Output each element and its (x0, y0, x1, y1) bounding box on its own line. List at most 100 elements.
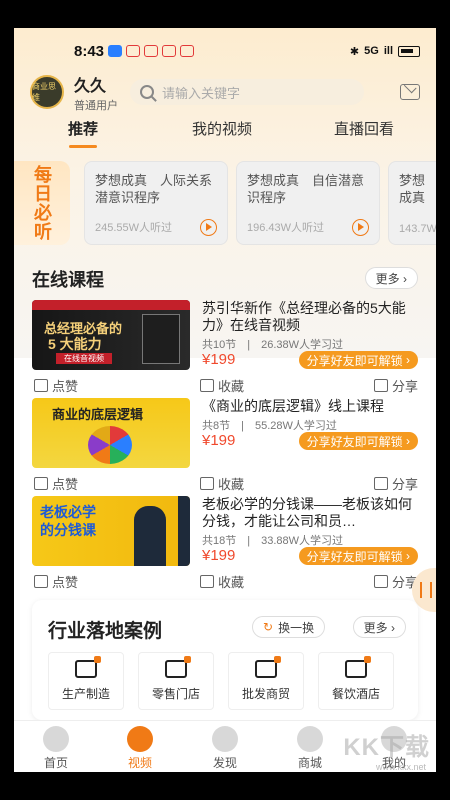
star-icon (200, 575, 214, 588)
course-price: ¥199 (202, 351, 236, 368)
course-thumbnail[interactable]: 老板必学 的分钱课 (32, 496, 190, 566)
nav-video[interactable]: 视频 (110, 726, 170, 771)
course-thumbnail[interactable]: 总经理必备的 5 大能力 在线音视频 (32, 300, 190, 370)
battery-icon (398, 45, 420, 57)
online-courses-more-button[interactable]: 更多 › (364, 267, 418, 289)
message-icon[interactable] (400, 84, 420, 100)
search-icon (140, 85, 154, 99)
watermark: KK下载 (343, 734, 430, 761)
like-button[interactable]: 点赞 (34, 376, 78, 395)
course-meta: 共8节 | 55.28W人学习过 (202, 420, 337, 432)
nav-label: 视频 (127, 756, 152, 770)
favorite-button[interactable]: 收藏 (200, 572, 244, 591)
nav-label: 商城 (297, 756, 322, 770)
audio-card-listeners: 196.43W人听过 (247, 222, 325, 234)
share-button[interactable]: 分享 (373, 474, 418, 493)
status-right: ✱ 5G ill (350, 45, 420, 58)
avatar[interactable]: 商业思维 (30, 75, 64, 109)
restaurant-icon (345, 656, 371, 678)
industry-item[interactable]: 零售门店 (138, 652, 214, 710)
nav-mall[interactable]: 商城 (280, 726, 340, 771)
like-label: 点赞 (52, 379, 79, 394)
book-cover (142, 314, 180, 364)
like-label: 点赞 (52, 575, 79, 590)
mall-icon (297, 726, 323, 752)
nav-home[interactable]: 首页 (26, 726, 86, 771)
play-icon[interactable] (200, 219, 217, 236)
user-name: 久久 (74, 77, 107, 95)
notification-icon (180, 45, 195, 57)
like-label: 点赞 (52, 477, 79, 492)
network-type: 5G (364, 45, 379, 57)
share-unlock-button[interactable]: 分享好友即可解锁 › (298, 547, 418, 565)
factory-icon (75, 656, 101, 678)
course-title: 老板必学的分钱课——老板该如何分钱，才能让公司和员… (202, 496, 412, 529)
daily-listen-badge[interactable]: 每日必听 (14, 161, 70, 245)
industry-item-label: 生产制造 (61, 687, 110, 701)
home-icon (43, 726, 69, 752)
store-icon (165, 656, 191, 678)
share-icon (373, 379, 388, 392)
favorite-label: 收藏 (218, 477, 245, 492)
swap-button[interactable]: ↻ 换一换 (252, 616, 326, 638)
course-meta: 共10节 | 26.38W人学习过 (202, 339, 344, 351)
audio-card-title: 梦想成真 人际关系潜意识程序 (95, 173, 213, 205)
audio-card[interactable]: 梦想成真 143.7W (388, 161, 436, 245)
discover-icon (212, 726, 238, 752)
thumb-line: 商业的底层逻辑 (52, 407, 144, 422)
course-item[interactable]: 商业的底层逻辑 《商业的底层逻辑》线上课程 共8节 | 55.28W人学习过 ¥… (32, 398, 420, 496)
course-thumbnail[interactable]: 商业的底层逻辑 (32, 398, 190, 468)
industry-more-button[interactable]: 更多 › (352, 616, 406, 638)
course-learned: 33.88W人学习过 (261, 535, 344, 547)
share-label: 分享 (391, 477, 418, 492)
favorite-button[interactable]: 收藏 (200, 474, 244, 493)
favorite-button[interactable]: 收藏 (200, 376, 244, 395)
nav-label: 发现 (212, 756, 237, 770)
share-icon (373, 575, 388, 588)
user-info[interactable]: 久久 普通用户 (74, 72, 118, 113)
daily-listen-carousel: 每日必听 梦想成真 人际关系潜意识程序 245.55W人听过 梦想成真 自信潜意… (14, 161, 436, 245)
share-unlock-label: 分享好友即可解锁 (306, 434, 403, 449)
industry-item[interactable]: 批发商贸 (228, 652, 304, 710)
app-screen: 8:43 ✱ 5G ill 商业思维 久久 普通用户 请输入关键字 推荐 我的视… (14, 28, 436, 772)
tab-recommend[interactable]: 推荐 (68, 118, 98, 148)
tab-live-replay[interactable]: 直播回看 (334, 118, 394, 139)
like-button[interactable]: 点赞 (34, 474, 78, 493)
nav-label: 首页 (43, 756, 68, 770)
course-title: 苏引华新作《总经理必备的5大能力》在线音视频 (202, 300, 406, 333)
star-icon (200, 379, 214, 392)
star-icon (200, 477, 214, 490)
audio-card[interactable]: 梦想成真 人际关系潜意识程序 245.55W人听过 (84, 161, 228, 245)
status-bar: 8:43 ✱ 5G ill (14, 40, 436, 62)
course-item[interactable]: 老板必学 的分钱课 老板必学的分钱课——老板该如何分钱，才能让公司和员… 共18… (32, 496, 420, 594)
thumb-wheel (88, 426, 132, 464)
chevron-right-icon: › (406, 434, 410, 448)
play-icon[interactable] (352, 219, 369, 236)
favorite-label: 收藏 (218, 575, 245, 590)
favorite-label: 收藏 (218, 379, 245, 394)
chevron-right-icon: › (406, 353, 410, 367)
search-input[interactable]: 请输入关键字 (130, 79, 364, 105)
like-button[interactable]: 点赞 (34, 572, 78, 591)
video-icon (127, 726, 153, 752)
share-button[interactable]: 分享 (373, 376, 418, 395)
course-lessons: 共18节 (202, 535, 237, 547)
top-tabs: 推荐 我的视频 直播回看 (14, 118, 436, 152)
audio-card-title: 梦想成真 (399, 173, 426, 205)
nav-discover[interactable]: 发现 (195, 726, 255, 771)
share-label: 分享 (391, 379, 418, 394)
course-meta: 共18节 | 33.88W人学习过 (202, 535, 344, 547)
thumb-banner (32, 300, 190, 310)
industry-item[interactable]: 生产制造 (48, 652, 124, 710)
share-unlock-button[interactable]: 分享好友即可解锁 › (298, 432, 418, 450)
audio-card-listeners: 245.55W人听过 (95, 222, 173, 234)
bluetooth-icon: ✱ (349, 45, 360, 58)
audio-card[interactable]: 梦想成真 自信潜意识程序 196.43W人听过 (236, 161, 380, 245)
tab-my-videos[interactable]: 我的视频 (192, 118, 252, 139)
share-unlock-button[interactable]: 分享好友即可解锁 › (298, 351, 418, 369)
course-item[interactable]: 总经理必备的 5 大能力 在线音视频 苏引华新作《总经理必备的5大能力》在线音视… (32, 300, 420, 398)
thumb-tag: 在线音视频 (56, 353, 112, 364)
industry-item[interactable]: 餐饮酒店 (318, 652, 394, 710)
user-role: 普通用户 (74, 99, 118, 112)
share-unlock-label: 分享好友即可解锁 (306, 549, 403, 564)
